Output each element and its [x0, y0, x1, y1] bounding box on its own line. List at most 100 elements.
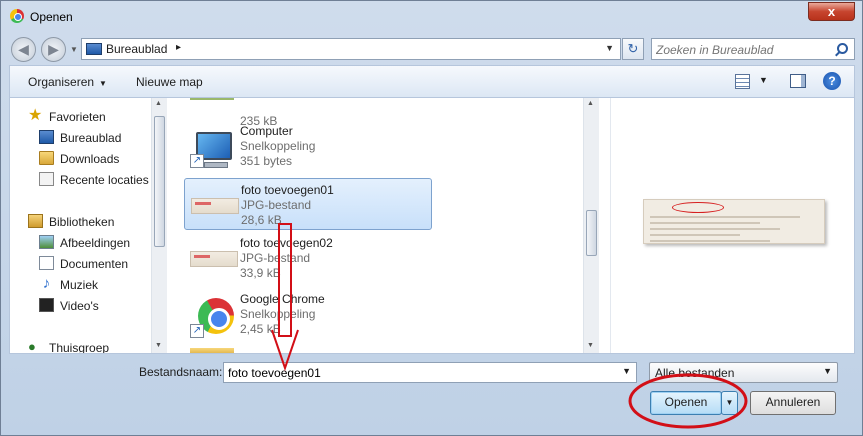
nav-homegroup[interactable]: ● Thuisgroep	[28, 339, 154, 354]
file-item-computer[interactable]: ↗ Computer Snelkoppeling 351 bytes	[184, 120, 432, 172]
back-arrow-icon: ◀	[18, 41, 29, 57]
scroll-up-icon[interactable]: ▲	[587, 100, 594, 107]
file-item-google-chrome[interactable]: ↗ Google Chrome Snelkoppeling 2,45 kB	[184, 288, 432, 340]
nav-label: Documenten	[60, 257, 129, 271]
homegroup-icon: ●	[28, 339, 36, 354]
search-input[interactable]	[656, 41, 826, 58]
recent-locations-icon	[39, 172, 54, 186]
desktop-icon	[39, 130, 54, 144]
file-name: foto toevoegen01	[241, 183, 334, 197]
refresh-button[interactable]: ↻	[622, 38, 644, 60]
preview-pane	[610, 98, 854, 353]
jpg-thumbnail-icon	[191, 185, 239, 225]
preview-line	[650, 234, 740, 236]
filename-input[interactable]	[228, 365, 608, 380]
nav-favorites[interactable]: ★ Favorieten	[28, 108, 154, 126]
preview-line	[650, 228, 780, 230]
nav-item-documenten[interactable]: Documenten	[39, 255, 165, 273]
open-options-dropdown[interactable]: ▼	[721, 391, 738, 415]
breadcrumb-arrow-icon[interactable]: ▸	[176, 42, 181, 53]
search-icon[interactable]	[837, 43, 848, 54]
file-item-foto-toevoegen02[interactable]: foto toevoegen02 JPG-bestand 33,9 kB	[184, 232, 432, 284]
nav-label: Favorieten	[49, 110, 106, 124]
scroll-down-icon[interactable]: ▼	[587, 342, 594, 349]
search-box[interactable]	[651, 38, 855, 60]
nav-item-bureaublad[interactable]: Bureaublad	[39, 129, 165, 147]
dialog-footer: Bestandsnaam: ▼ Alle bestanden ▼ Openen …	[1, 354, 862, 435]
nav-label: Thuisgroep	[49, 341, 110, 354]
scroll-thumb[interactable]	[154, 116, 165, 247]
file-item-partial[interactable]	[184, 344, 432, 353]
back-button[interactable]: ◀	[11, 37, 36, 62]
file-list: 235 kB ↗ Computer Snelkoppeling 351 byte…	[180, 98, 600, 353]
nav-libraries[interactable]: Bibliotheken	[28, 213, 154, 231]
file-size: 351 bytes	[240, 154, 293, 168]
organise-menu-button[interactable]: Organiseren ▼	[28, 75, 107, 89]
jpg-thumbnail-icon	[190, 238, 238, 278]
preview-pane-toggle-icon[interactable]	[790, 74, 806, 88]
desktop-icon	[86, 43, 102, 55]
nav-item-downloads[interactable]: Downloads	[39, 150, 165, 168]
nav-label: Recente locaties	[60, 173, 149, 187]
file-item-foto-toevoegen01[interactable]: foto toevoegen01 JPG-bestand 28,6 kB	[184, 178, 432, 230]
cancel-button[interactable]: Annuleren	[750, 391, 836, 415]
organise-label: Organiseren	[28, 75, 95, 89]
computer-icon: ↗	[190, 126, 234, 168]
image-preview-thumb	[190, 251, 238, 267]
window-title: Openen	[30, 10, 73, 24]
nav-label: Afbeeldingen	[60, 236, 131, 250]
scroll-down-icon[interactable]: ▼	[155, 342, 162, 349]
chevron-down-icon: ▼	[823, 366, 832, 376]
scroll-up-icon[interactable]: ▲	[155, 100, 162, 107]
nav-item-afbeeldingen[interactable]: Afbeeldingen	[39, 234, 165, 252]
file-list-scrollbar[interactable]: ▲ ▼	[583, 98, 599, 353]
chrome-app-icon	[10, 9, 24, 23]
address-dropdown-icon[interactable]: ▼	[605, 43, 614, 53]
preview-line	[650, 222, 760, 224]
file-type: JPG-bestand	[241, 198, 312, 212]
refresh-icon: ↻	[627, 41, 639, 56]
file-type-filter[interactable]: Alle bestanden ▼	[649, 362, 838, 383]
documents-icon	[39, 256, 54, 270]
nav-label: Bureaublad	[60, 131, 122, 145]
help-icon[interactable]: ?	[823, 72, 841, 90]
nav-item-videos[interactable]: Video's	[39, 297, 165, 315]
shortcut-arrow-icon: ↗	[190, 324, 204, 338]
open-button[interactable]: Openen	[650, 391, 722, 415]
file-type: Snelkoppeling	[240, 307, 316, 321]
change-view-icon[interactable]	[735, 74, 750, 89]
open-dialog: Openen x ◀ ▶ ▼ Bureaublad ▸ ▼ ↻ Organise…	[0, 0, 863, 436]
forward-button[interactable]: ▶	[41, 37, 66, 62]
videos-icon	[39, 298, 54, 312]
nav-label: Bibliotheken	[49, 215, 115, 229]
file-name: Computer	[240, 124, 293, 138]
filename-field[interactable]: ▼	[223, 362, 637, 383]
image-thumbnail-icon	[190, 98, 234, 100]
view-options-dropdown-icon[interactable]: ▼	[759, 75, 768, 85]
close-button[interactable]: x	[808, 2, 855, 21]
file-type: Snelkoppeling	[240, 139, 316, 153]
music-icon: ♪	[42, 275, 51, 292]
address-location[interactable]: Bureaublad	[106, 42, 167, 56]
filename-label: Bestandsnaam:	[139, 365, 223, 379]
title-bar[interactable]: Openen x	[1, 1, 862, 31]
recent-pages-dropdown-icon[interactable]: ▼	[70, 45, 79, 54]
libraries-icon	[28, 214, 43, 228]
scroll-thumb[interactable]	[586, 210, 597, 256]
preview-line	[650, 216, 800, 218]
navigation-pane: ★ Favorieten Bureaublad Downloads Recent…	[10, 98, 170, 354]
file-size: 2,45 kB	[240, 322, 281, 336]
nav-label: Video's	[60, 299, 99, 313]
navigation-scrollbar[interactable]: ▲ ▼	[151, 98, 167, 353]
filename-dropdown-icon[interactable]: ▼	[622, 366, 631, 376]
image-preview	[643, 199, 825, 244]
nav-item-muziek[interactable]: ♪ Muziek	[39, 276, 165, 294]
preview-highlight-oval	[672, 202, 724, 213]
file-size: 28,6 kB	[241, 213, 282, 227]
command-toolbar: Organiseren ▼ Nieuwe map ▼ ?	[9, 65, 855, 98]
address-row: ◀ ▶ ▼ Bureaublad ▸ ▼ ↻	[1, 31, 862, 63]
nav-item-recent-locations[interactable]: Recente locaties	[39, 171, 165, 189]
file-size: 33,9 kB	[240, 266, 281, 280]
new-folder-button[interactable]: Nieuwe map	[136, 75, 203, 89]
address-bar[interactable]: Bureaublad ▸ ▼	[81, 38, 621, 60]
